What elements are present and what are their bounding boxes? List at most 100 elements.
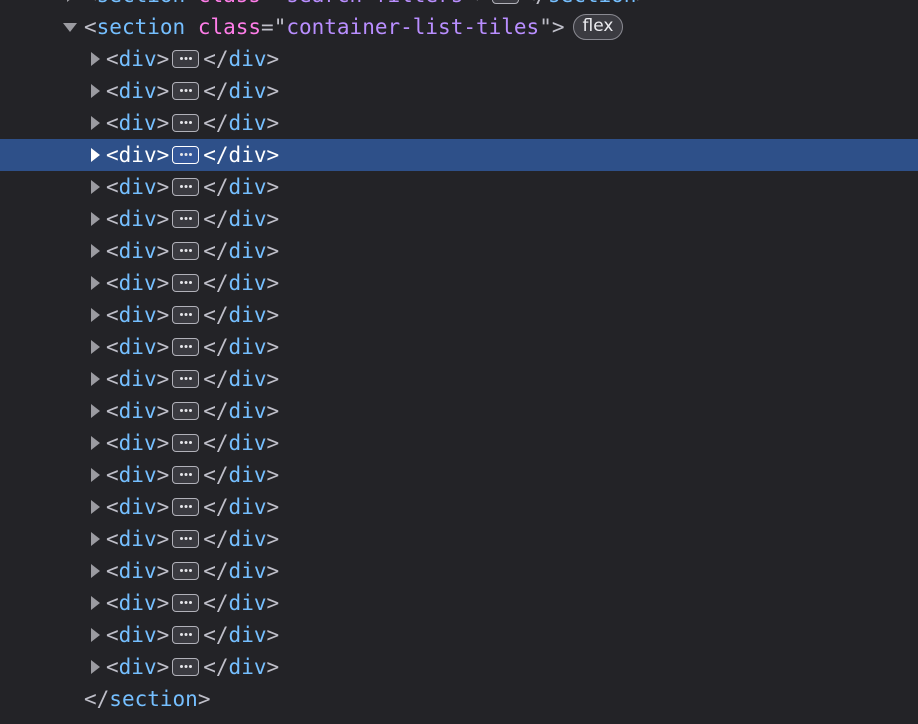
- ellipsis-button[interactable]: [172, 370, 200, 388]
- expand-arrow-icon[interactable]: [88, 395, 100, 427]
- closing-tag-name: div: [228, 367, 267, 391]
- expand-arrow-icon[interactable]: [88, 75, 100, 107]
- flex-badge[interactable]: flex: [572, 14, 624, 40]
- div-node-row[interactable]: <div> </div>: [0, 267, 918, 299]
- attribute-name: class: [197, 15, 262, 39]
- expand-arrow-icon[interactable]: [88, 619, 100, 651]
- div-node-row[interactable]: <div> </div>: [0, 395, 918, 427]
- ellipsis-button[interactable]: [172, 466, 200, 484]
- expand-arrow-icon[interactable]: [88, 523, 100, 555]
- expand-arrow-icon[interactable]: [88, 459, 100, 491]
- expand-arrow-icon[interactable]: [88, 43, 100, 75]
- ellipsis-button[interactable]: [172, 306, 200, 324]
- ellipsis-button[interactable]: [172, 50, 200, 68]
- expand-arrow-icon[interactable]: [88, 203, 100, 235]
- expand-arrow-icon[interactable]: [88, 587, 100, 619]
- div-node-row[interactable]: <div> </div>: [0, 555, 918, 587]
- div-node-row[interactable]: <div> </div>: [0, 619, 918, 651]
- div-node-row[interactable]: <div> </div>: [0, 363, 918, 395]
- tag-name: div: [118, 495, 157, 519]
- tag-name: div: [118, 527, 157, 551]
- ellipsis-button[interactable]: [172, 626, 200, 644]
- attribute-value: container-list-tiles: [286, 15, 540, 39]
- node-markup: <div> </div>: [106, 495, 280, 519]
- tag-name: div: [118, 303, 157, 327]
- div-node-row[interactable]: <div> </div>: [0, 75, 918, 107]
- expand-arrow-icon[interactable]: [88, 491, 100, 523]
- tag-name: div: [118, 111, 157, 135]
- expand-arrow-icon[interactable]: [88, 555, 100, 587]
- ellipsis-button[interactable]: [172, 114, 200, 132]
- expand-arrow-icon[interactable]: [88, 331, 100, 363]
- tag-name: div: [118, 623, 157, 647]
- ellipsis-button[interactable]: [172, 338, 200, 356]
- closing-tag-name: div: [228, 303, 267, 327]
- tag-name: div: [118, 335, 157, 359]
- tag-name: div: [118, 559, 157, 583]
- ellipsis-button[interactable]: [172, 498, 200, 516]
- ellipsis-button[interactable]: [172, 594, 200, 612]
- ellipsis-button[interactable]: [172, 82, 200, 100]
- node-markup: <section class="search-filters"></sectio…: [84, 0, 649, 11]
- div-node-row[interactable]: <div> </div>: [0, 459, 918, 491]
- node-markup: <div> </div>: [106, 111, 280, 135]
- collapse-arrow-icon[interactable]: [63, 11, 77, 43]
- div-node-row[interactable]: <div> </div>: [0, 587, 918, 619]
- ellipsis-button[interactable]: [172, 146, 200, 164]
- div-node-row[interactable]: <div> </div>: [0, 427, 918, 459]
- node-markup: </section>: [84, 687, 211, 711]
- ellipsis-button[interactable]: [172, 434, 200, 452]
- closing-tag-name: div: [228, 623, 267, 647]
- closing-tag-name: div: [228, 207, 267, 231]
- expand-arrow-icon[interactable]: [88, 235, 100, 267]
- ellipsis-button[interactable]: [172, 530, 200, 548]
- expand-arrow-icon[interactable]: [88, 171, 100, 203]
- div-node-row[interactable]: <div> </div>: [0, 107, 918, 139]
- section-container-list-tiles-row[interactable]: <section class="container-list-tiles"> fl…: [0, 11, 918, 43]
- closing-tag-name: div: [228, 655, 267, 679]
- closing-tag-name: div: [228, 559, 267, 583]
- tag-name: div: [118, 367, 157, 391]
- expand-arrow-icon[interactable]: [64, 0, 76, 11]
- div-node-row[interactable]: <div> </div>: [0, 171, 918, 203]
- div-node-row[interactable]: <div> </div>: [0, 523, 918, 555]
- expand-arrow-icon[interactable]: [88, 299, 100, 331]
- tag-name: section: [97, 0, 186, 7]
- div-node-row[interactable]: <div> </div>: [0, 203, 918, 235]
- closing-tag-name: div: [228, 335, 267, 359]
- ellipsis-button[interactable]: [172, 562, 200, 580]
- tag-name: div: [118, 143, 157, 167]
- div-node-row[interactable]: <div> </div>: [0, 299, 918, 331]
- closing-tag-name: div: [228, 239, 267, 263]
- ellipsis-button[interactable]: [172, 210, 200, 228]
- tag-name: div: [118, 271, 157, 295]
- node-markup: <div> </div>: [106, 271, 280, 295]
- expand-arrow-icon[interactable]: [88, 427, 100, 459]
- ellipsis-button[interactable]: [172, 402, 200, 420]
- closing-tag-name: div: [228, 143, 267, 167]
- expand-arrow-icon[interactable]: [88, 107, 100, 139]
- div-node-row[interactable]: <div> </div>: [0, 43, 918, 75]
- expand-arrow-icon[interactable]: [88, 651, 100, 683]
- node-markup: <div> </div>: [106, 591, 280, 615]
- ellipsis-button[interactable]: [172, 178, 200, 196]
- ellipsis-button[interactable]: [491, 0, 519, 4]
- ellipsis-button[interactable]: [172, 242, 200, 260]
- div-node-row[interactable]: <div> </div>: [0, 235, 918, 267]
- section-search-filters-row[interactable]: <section class="search-filters"></sectio…: [0, 0, 918, 11]
- tag-name: div: [118, 207, 157, 231]
- section-closing-row[interactable]: </section>: [0, 683, 918, 715]
- node-markup: <div> </div>: [106, 143, 280, 167]
- div-node-row[interactable]: <div> </div>: [0, 651, 918, 683]
- attribute-name: class: [198, 0, 261, 7]
- expand-arrow-icon[interactable]: [88, 267, 100, 299]
- div-node-row[interactable]: <div> </div>: [0, 139, 918, 171]
- ellipsis-button[interactable]: [172, 658, 200, 676]
- closing-tag-name: div: [228, 431, 267, 455]
- expand-arrow-icon[interactable]: [88, 139, 100, 171]
- ellipsis-button[interactable]: [172, 274, 200, 292]
- tag-name: div: [118, 239, 157, 263]
- div-node-row[interactable]: <div> </div>: [0, 331, 918, 363]
- div-node-row[interactable]: <div> </div>: [0, 491, 918, 523]
- expand-arrow-icon[interactable]: [88, 363, 100, 395]
